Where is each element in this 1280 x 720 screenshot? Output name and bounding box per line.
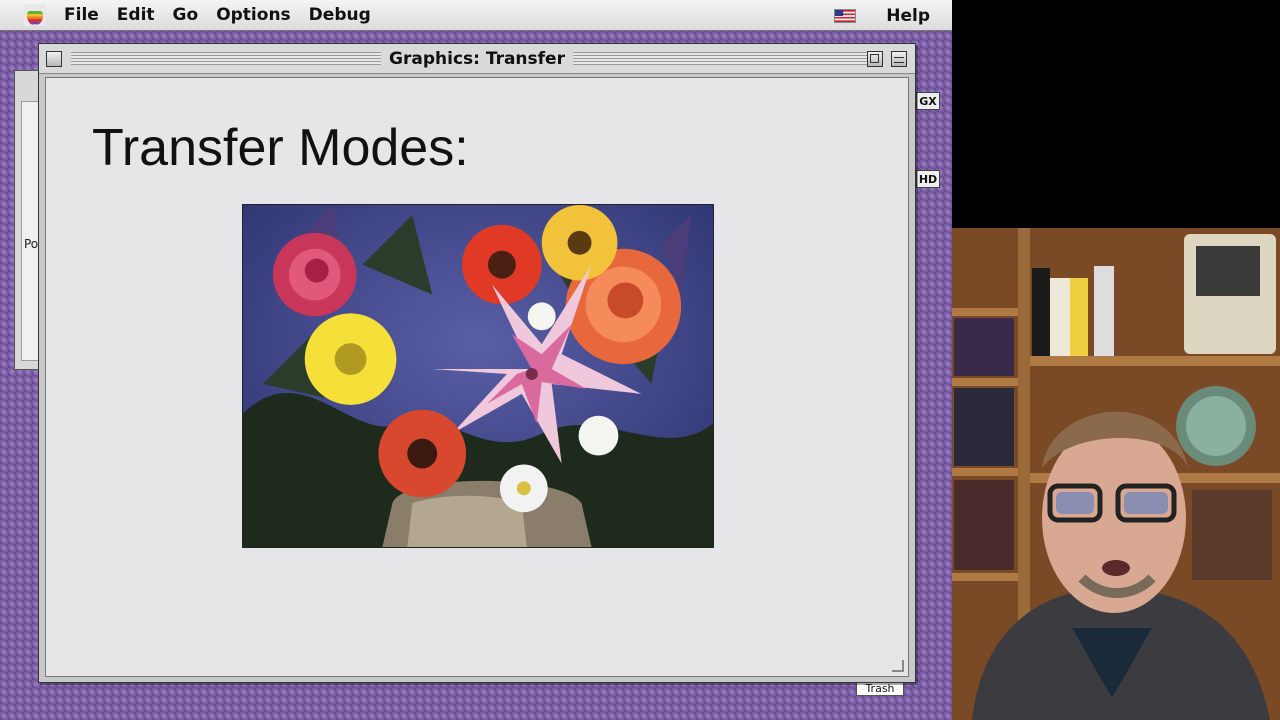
trash-icon-label[interactable]: Trash (856, 682, 904, 696)
menu-bar: File Edit Go Options Debug Help (0, 0, 952, 31)
window-zoom-button[interactable] (867, 51, 883, 67)
window-title-label: Graphics: Transfer (381, 49, 573, 69)
hd-desktop-icon[interactable]: HD (916, 170, 940, 188)
window-content: Transfer Modes: (45, 77, 909, 677)
background-window-text: Po (24, 237, 39, 251)
webcam-overlay (952, 0, 1280, 720)
us-flag-icon[interactable] (834, 8, 857, 23)
gx-desktop-icon[interactable]: GX (916, 92, 940, 110)
graphics-transfer-window: Graphics: Transfer Transfer Modes: (38, 43, 916, 683)
menu-edit[interactable]: Edit (117, 5, 155, 25)
menu-file[interactable]: File (64, 5, 99, 25)
flower-bouquet-image (242, 204, 714, 548)
presenter-video (952, 228, 1280, 720)
menu-go[interactable]: Go (173, 5, 199, 25)
window-title: Graphics: Transfer (39, 49, 915, 69)
slide-heading: Transfer Modes: (92, 119, 469, 177)
window-resize-grip[interactable] (892, 660, 904, 672)
mac-desktop: File Edit Go Options Debug Help Po GX HD… (0, 0, 952, 720)
menu-debug[interactable]: Debug (309, 5, 371, 25)
apple-icon[interactable] (24, 4, 46, 26)
menu-bar-right: Help (834, 0, 930, 31)
menu-options[interactable]: Options (216, 5, 290, 25)
menu-help[interactable]: Help (886, 6, 930, 26)
window-collapse-button[interactable] (891, 51, 907, 67)
window-title-bar[interactable]: Graphics: Transfer (39, 44, 915, 74)
